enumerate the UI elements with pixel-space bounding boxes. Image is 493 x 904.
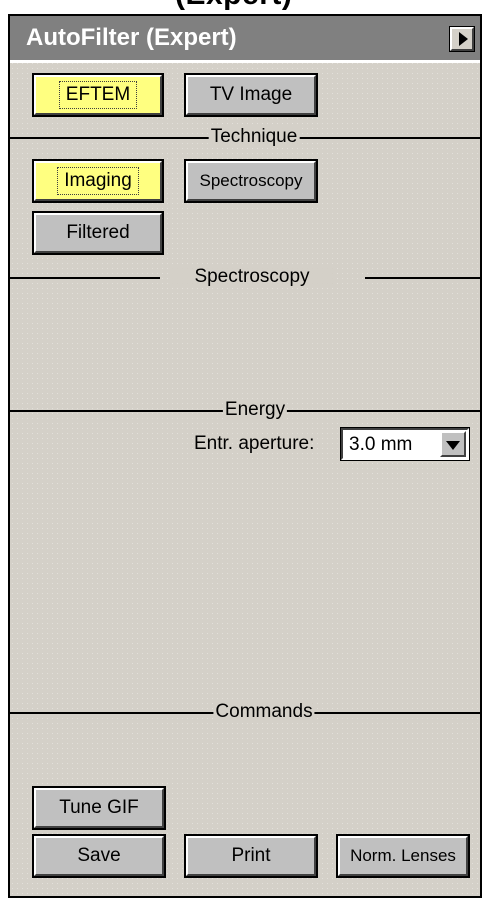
technique-section-header: Technique — [10, 126, 480, 150]
eftem-button[interactable]: EFTEM — [32, 73, 164, 117]
entrance-aperture-label: Entr. aperture: — [194, 433, 315, 454]
tune-gif-button-label: Tune GIF — [59, 797, 139, 818]
imaging-button-label: Imaging — [57, 167, 139, 195]
spectroscopy-section-header: Spectroscopy — [10, 266, 480, 290]
tune-gif-button[interactable]: Tune GIF — [32, 786, 166, 830]
tv-image-button-label: TV Image — [209, 84, 293, 105]
title-bar[interactable]: AutoFilter (Expert) — [10, 16, 480, 63]
commands-section-label: Commands — [213, 701, 315, 723]
window-title: AutoFilter (Expert) — [26, 24, 237, 51]
commands-section-header: Commands — [10, 701, 480, 725]
norm-lenses-button-label: Norm. Lenses — [350, 846, 456, 865]
entrance-aperture-dropdown[interactable]: 3.0 mm — [340, 427, 470, 461]
norm-lenses-button[interactable]: Norm. Lenses — [336, 834, 470, 878]
section-divider — [10, 277, 160, 279]
panel-menu-button[interactable] — [449, 26, 475, 52]
tv-image-button[interactable]: TV Image — [184, 73, 318, 117]
entrance-aperture-value: 3.0 mm — [349, 434, 413, 455]
filtered-button-label: Filtered — [66, 222, 130, 243]
dropdown-arrow-button[interactable] — [440, 431, 466, 457]
eftem-button-label: EFTEM — [58, 81, 138, 109]
energy-section-label: Energy — [222, 399, 288, 421]
section-divider — [365, 277, 480, 279]
save-button[interactable]: Save — [32, 834, 166, 878]
print-button-label: Print — [231, 845, 271, 866]
spectroscopy-button-label: Spectroscopy — [199, 171, 303, 190]
print-button[interactable]: Print — [184, 834, 318, 878]
imaging-button[interactable]: Imaging — [32, 159, 164, 203]
filtered-button[interactable]: Filtered — [32, 211, 164, 255]
energy-section-header: Energy — [10, 399, 480, 423]
autofilter-panel: AutoFilter (Expert) EFTEM TV Image Techn… — [8, 14, 482, 898]
spectroscopy-section-label: Spectroscopy — [168, 266, 336, 288]
spectroscopy-button[interactable]: Spectroscopy — [184, 159, 318, 203]
technique-section-label: Technique — [208, 126, 300, 148]
clipped-heading-text: (Expert) — [175, 0, 292, 12]
triangle-right-icon — [459, 32, 468, 46]
save-button-label: Save — [77, 845, 121, 866]
triangle-down-icon — [446, 441, 460, 450]
